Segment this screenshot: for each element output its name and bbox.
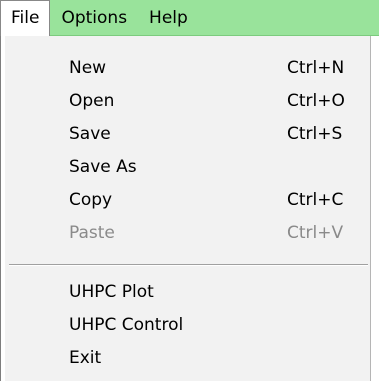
menu-item-shortcut: Ctrl+V (287, 223, 344, 243)
menu-item-uhpc-control[interactable]: UHPC Control (1, 309, 370, 342)
menu-item-shortcut: Ctrl+O (287, 91, 345, 111)
menu-options[interactable]: Options (50, 0, 138, 36)
menu-item-label: Exit (69, 348, 102, 368)
file-menu-dropdown: New Ctrl+N Open Ctrl+O Save Ctrl+S Save … (0, 36, 371, 381)
menu-item-uhpc-plot[interactable]: UHPC Plot (1, 276, 370, 309)
menu-item-label: UHPC Plot (69, 282, 154, 302)
menu-item-label: UHPC Control (69, 315, 184, 335)
menu-file[interactable]: File (0, 0, 51, 36)
menu-item-label: Save (69, 124, 111, 144)
menu-separator (9, 264, 368, 266)
menu-item-label: Open (69, 91, 115, 111)
menu-item-save-as[interactable]: Save As (1, 151, 370, 184)
menu-item-exit[interactable]: Exit (1, 342, 370, 375)
menu-item-shortcut: Ctrl+C (287, 190, 344, 210)
menu-item-shortcut: Ctrl+N (287, 58, 345, 78)
menu-item-save[interactable]: Save Ctrl+S (1, 118, 370, 151)
menu-item-new[interactable]: New Ctrl+N (1, 52, 370, 85)
menu-item-open[interactable]: Open Ctrl+O (1, 85, 370, 118)
menu-item-paste: Paste Ctrl+V (1, 217, 370, 250)
menu-item-label: New (69, 58, 107, 78)
menu-item-copy[interactable]: Copy Ctrl+C (1, 184, 370, 217)
application-window: File Options Help New Ctrl+N Open Ctrl+O… (0, 0, 379, 381)
menu-bar: File Options Help (0, 0, 379, 36)
menu-item-shortcut: Ctrl+S (287, 124, 343, 144)
menu-item-label: Copy (69, 190, 113, 210)
menu-item-label: Paste (69, 223, 115, 243)
menu-help[interactable]: Help (138, 0, 199, 36)
menu-item-label: Save As (69, 157, 137, 177)
